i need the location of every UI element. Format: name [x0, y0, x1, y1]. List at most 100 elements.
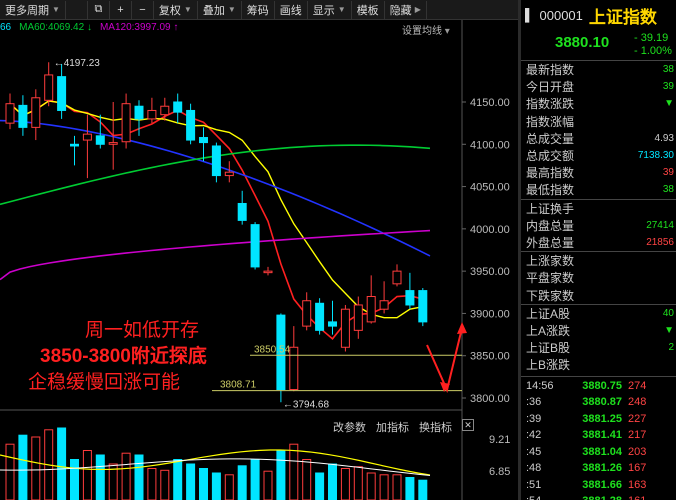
candle-body — [121, 103, 131, 143]
quote-row-value: 2 — [668, 342, 674, 354]
trade-price: 3881.04 — [582, 445, 622, 458]
volume-bar — [328, 463, 337, 500]
quote-row-value: 38 — [662, 64, 674, 76]
trade-row: :543881.28161 — [521, 493, 676, 500]
volume-axis-label: 6.85 — [489, 466, 510, 478]
quote-row: 上证B股 2 — [521, 339, 676, 356]
trade-row: :48 3881.26 167 — [521, 460, 676, 477]
quote-row-label: 最高指数 — [526, 166, 575, 181]
stock-name: 上证指数 — [588, 7, 657, 27]
add-indicator-button[interactable]: 加指标 — [376, 419, 409, 435]
candle-body — [18, 104, 28, 128]
candle-body — [199, 137, 208, 144]
candle-body — [44, 74, 54, 101]
candle-body — [328, 321, 337, 327]
volume-bar — [31, 436, 41, 500]
candle-body — [95, 135, 105, 145]
trade-row: 14:56 3880.75 274 — [521, 377, 676, 394]
quote-row: 下跌家数 — [521, 286, 676, 303]
candle-body — [134, 105, 144, 120]
quote-row: 上证换手 — [521, 200, 676, 217]
y-tick-label: 3850.00 — [470, 351, 510, 363]
quote-row: 最高指数 39 — [521, 164, 676, 181]
trade-time: :54 — [521, 495, 561, 500]
candle-body — [353, 304, 363, 331]
quote-row-label: 上证B股 — [526, 341, 571, 356]
trade-price: 3880.75 — [582, 379, 622, 392]
quote-row: 今日开盘 39 — [521, 78, 676, 95]
price-change: - 39.19 — [634, 32, 669, 44]
price-row: 3880.10 - 39.19 - 1.00% — [521, 30, 676, 61]
volume-bar — [57, 427, 67, 500]
volume-bar — [82, 450, 92, 500]
quote-row-label: 内盘总量 — [526, 218, 575, 233]
quote-row-value: 4.93 — [654, 132, 674, 144]
quote-row: 最新指数 38 — [521, 61, 676, 78]
ma5-line — [9, 100, 424, 340]
candle-body — [31, 97, 41, 128]
quote-row: 上A涨跌 ▼ — [521, 322, 676, 339]
level-label-1: 3850.54 — [254, 344, 291, 355]
trade-row: :39 3881.25 227 — [521, 410, 676, 427]
info-icon[interactable]: ▌ — [525, 8, 534, 22]
candle-body — [57, 76, 67, 111]
volume-bar — [199, 468, 208, 500]
candle-body — [224, 171, 234, 177]
y-tick-label: 3900.00 — [470, 308, 510, 320]
volume-bar — [121, 452, 131, 500]
volume-bar — [147, 468, 157, 500]
trade-price: 3881.66 — [582, 478, 622, 491]
candle-body — [5, 103, 15, 124]
quote-row: 最低指数 38 — [521, 181, 676, 198]
quote-row-value: 39 — [662, 167, 674, 179]
candle-body — [289, 346, 299, 391]
y-tick-label: 4100.00 — [470, 139, 510, 151]
candle-body — [418, 290, 428, 323]
forecast-arrow — [426, 327, 463, 394]
change-params-button[interactable]: 改参数 — [333, 419, 366, 435]
ma10-line — [9, 100, 423, 319]
trade-volume: 217 — [628, 429, 647, 442]
candle-body — [147, 109, 157, 120]
trade-volume: 203 — [628, 445, 647, 458]
quote-header: ▌ 000001 上证指数 — [521, 0, 676, 30]
trade-volume: 163 — [628, 478, 647, 491]
stock-code: 000001 — [539, 7, 583, 23]
volume-bar — [250, 459, 260, 500]
switch-indicator-button[interactable]: 换指标 — [419, 419, 452, 435]
trade-price: 3881.26 — [582, 462, 622, 475]
quote-row-value: 40 — [662, 307, 674, 319]
volume-bar — [315, 472, 325, 500]
volume-bar — [366, 472, 376, 500]
quote-rows-breadth: 上涨家数 平盘家数 下跌家数 — [521, 251, 676, 304]
volume-bar — [276, 450, 286, 500]
trade-time: :42 — [526, 429, 542, 442]
candle-body — [340, 308, 350, 348]
candle-body — [70, 143, 79, 147]
candle-body — [379, 300, 389, 310]
volume-bar — [224, 474, 234, 500]
quote-rows-shares: 上证A股 40 上A涨跌 ▼ 上证B股 2 上B涨跌 — [521, 303, 676, 374]
volume-bar — [160, 469, 170, 500]
volume-bar — [186, 463, 196, 500]
candle-body — [315, 302, 325, 331]
volume-axis-label: 9.21 — [489, 434, 510, 446]
quote-row: 内盘总量 27414 — [521, 217, 676, 234]
quote-rows-turnover: 上证换手 内盘总量 27414 外盘总量 21856 — [521, 198, 676, 252]
quote-row-label: 上证A股 — [526, 306, 571, 321]
quote-row-value: ▼ — [664, 324, 674, 336]
close-icon[interactable]: ✕ — [462, 419, 474, 431]
trade-row: :42 3881.41 217 — [521, 427, 676, 444]
candle-body — [263, 270, 273, 274]
trade-volume: 161 — [628, 495, 646, 500]
quote-row: 上证A股 40 — [521, 305, 676, 322]
quote-row-label: 今日开盘 — [526, 80, 575, 95]
annotation-line-3: 企稳缓慢回涨可能 — [28, 371, 180, 393]
quote-rows-main: 最新指数 38 今日开盘 39 指数涨跌 ▼ 指数涨幅 总成交量 4.93 总成交额 7138.30… — [521, 61, 676, 199]
volume-bar — [211, 472, 221, 500]
quote-row: 上涨家数 — [521, 252, 676, 269]
candle-body — [366, 296, 376, 323]
low-label: ←3794.68 — [283, 399, 330, 410]
trade-volume: 274 — [628, 379, 647, 392]
volume-bar — [340, 468, 350, 500]
